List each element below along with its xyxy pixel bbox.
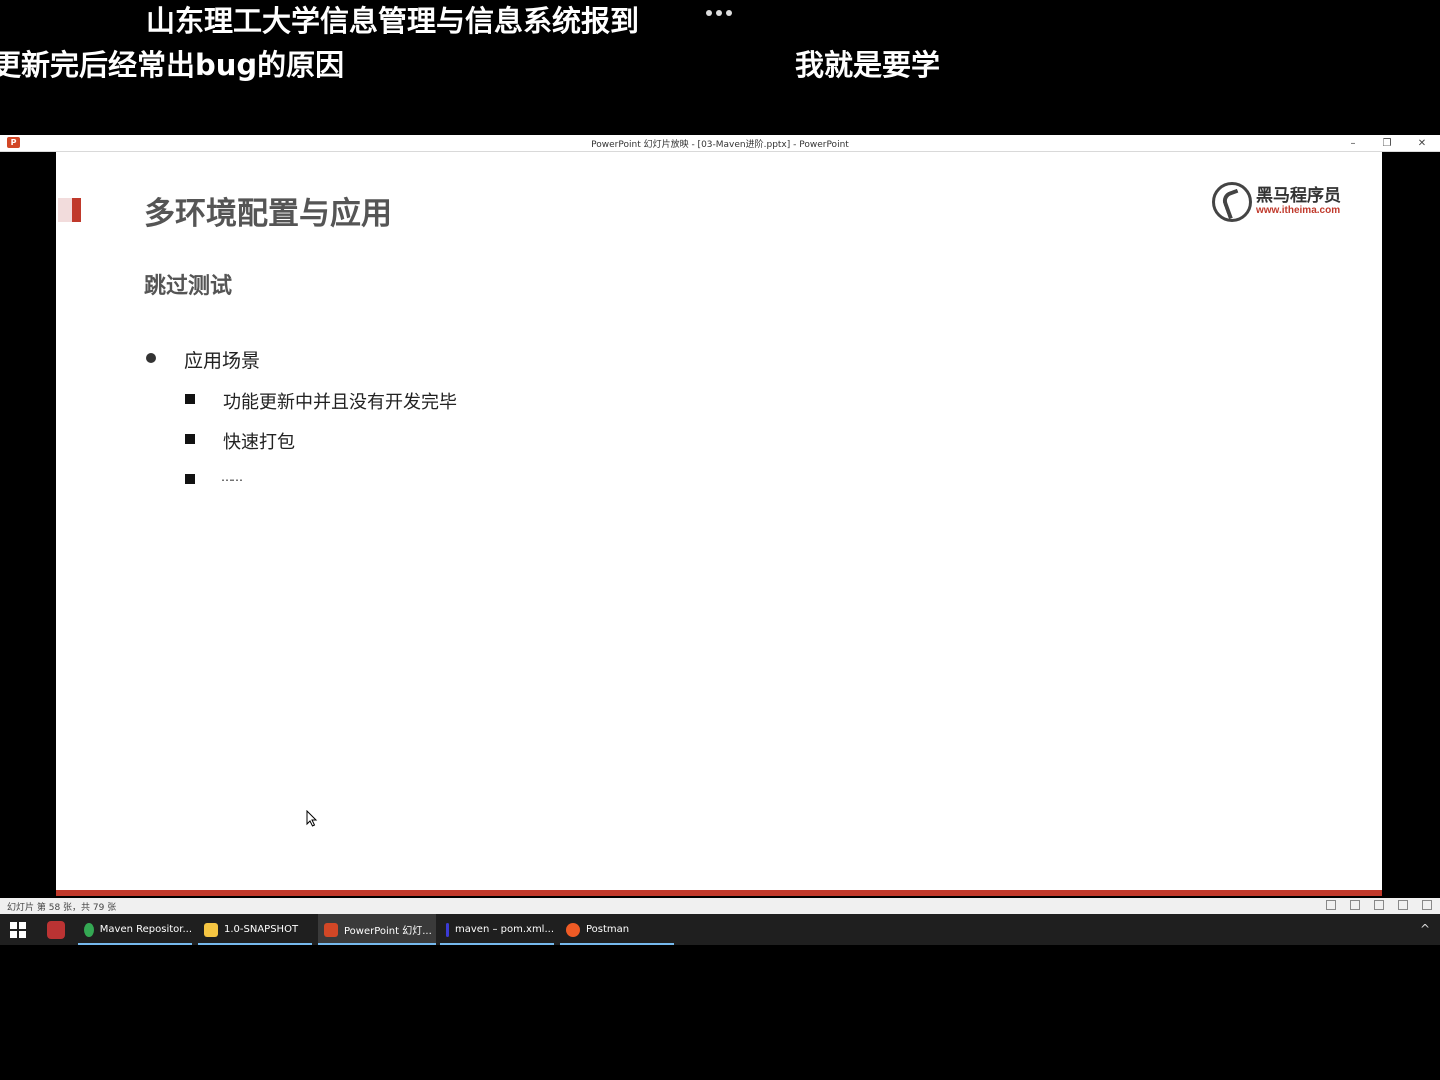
status-bar: 幻灯片 第 58 张，共 79 张 — [0, 898, 1440, 914]
tray-chevron-icon[interactable]: ^ — [1420, 922, 1430, 936]
logo-name: 黑马程序员 — [1256, 185, 1341, 206]
taskbar-item-intellij[interactable]: maven – pom.xml... — [440, 914, 554, 945]
taskbar-item-explorer[interactable]: 1.0-SNAPSHOT — [198, 914, 312, 945]
bullet-dot-icon — [146, 353, 156, 363]
slide-counter: 幻灯片 第 58 张，共 79 张 — [7, 903, 117, 913]
view-normal-icon[interactable] — [1326, 900, 1336, 910]
view-slideshow-icon[interactable] — [1374, 900, 1384, 910]
close-button[interactable]: ✕ — [1405, 135, 1439, 151]
view-controls — [1326, 900, 1432, 910]
view-reading-icon[interactable] — [1398, 900, 1408, 910]
slide-subtitle: 跳过测试 — [144, 274, 233, 299]
title-accent-bar — [72, 198, 81, 222]
postman-icon — [566, 922, 580, 937]
minimize-button[interactable]: – — [1336, 135, 1370, 151]
window-title: PowerPoint 幻灯片放映 - [03-Maven进阶.pptx] - P… — [591, 140, 849, 150]
powerpoint-icon — [324, 922, 338, 937]
windows-taskbar: Maven Repositor... 1.0-SNAPSHOT PowerPoi… — [0, 914, 1440, 945]
app-pinned-icon[interactable] — [47, 921, 65, 939]
windows-start-icon[interactable] — [10, 922, 26, 938]
taskbar-label: Postman — [586, 924, 630, 935]
danmaku-line-2: 更新完后经常出bug的原因 — [0, 48, 345, 82]
taskbar-item-chrome[interactable]: Maven Repositor... — [78, 914, 192, 945]
itheima-logo: 黑马程序员 www.itheima.com — [1212, 182, 1341, 222]
slide-footer-bar — [56, 890, 1382, 896]
taskbar-label: PowerPoint 幻灯... — [344, 926, 432, 937]
restore-button[interactable]: ❐ — [1370, 135, 1404, 151]
taskbar-item-powerpoint[interactable]: PowerPoint 幻灯... — [318, 914, 436, 945]
taskbar-label: 1.0-SNAPSHOT — [224, 924, 299, 935]
chrome-icon — [84, 922, 94, 937]
slide-title: 多环境配置与应用 — [144, 196, 392, 232]
taskbar-label: maven – pom.xml... — [455, 924, 554, 935]
view-sorter-icon[interactable] — [1350, 900, 1360, 910]
taskbar-label: Maven Repositor... — [99, 924, 192, 935]
intellij-icon — [446, 922, 449, 937]
view-notes-icon[interactable] — [1422, 900, 1432, 910]
mouse-cursor-icon — [306, 810, 318, 827]
subitem-3: …… — [221, 470, 243, 484]
bullet-scenario: 应用场景 — [184, 350, 261, 372]
square-bullet-icon — [185, 474, 195, 484]
title-accent-shadow — [58, 198, 72, 222]
danmaku-line-1: 山东理工大学信息管理与信息系统报到 — [146, 4, 640, 38]
horse-logo-icon — [1212, 182, 1252, 222]
subitem-2: 快速打包 — [223, 432, 295, 453]
square-bullet-icon — [185, 434, 195, 444]
taskbar-item-postman[interactable]: Postman — [560, 914, 674, 945]
folder-icon — [204, 922, 218, 937]
slide-canvas[interactable] — [56, 152, 1382, 892]
square-bullet-icon — [185, 394, 195, 404]
more-options-icon[interactable] — [706, 10, 736, 18]
logo-url: www.itheima.com — [1256, 204, 1341, 216]
subitem-1: 功能更新中并且没有开发完毕 — [223, 392, 457, 413]
window-titlebar: P PowerPoint 幻灯片放映 - [03-Maven进阶.pptx] -… — [0, 135, 1440, 152]
danmaku-line-3: 我就是要学 — [795, 48, 941, 82]
